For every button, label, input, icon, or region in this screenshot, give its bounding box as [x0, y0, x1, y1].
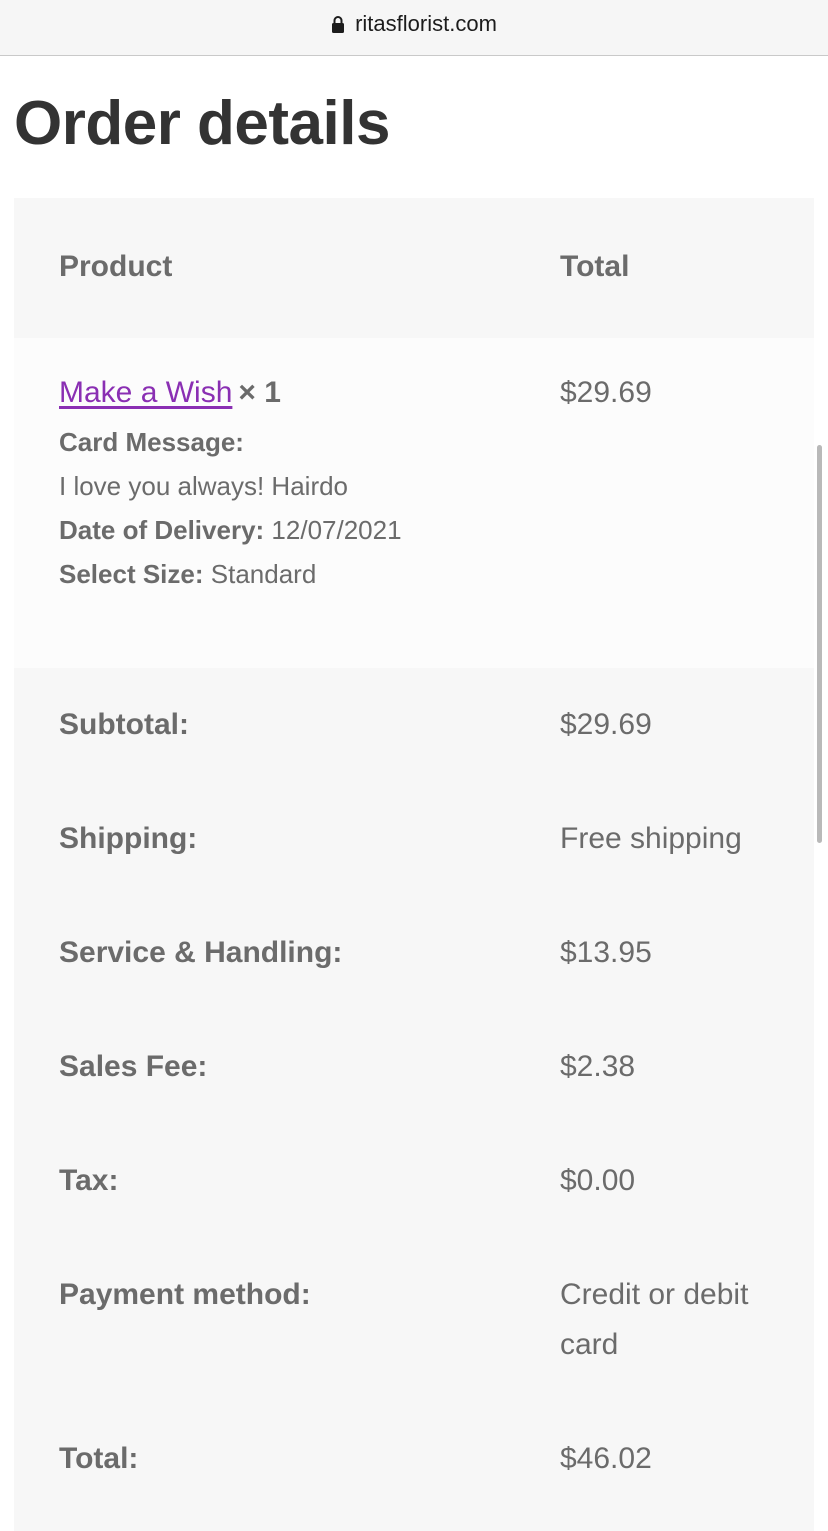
payment-method-label: Payment method:	[59, 1278, 311, 1311]
card-message-text: I love you always! Hairdo	[59, 471, 349, 501]
column-header-total: Total	[560, 250, 630, 283]
shipping-value: Free shipping	[560, 822, 742, 855]
service-handling-value: $13.95	[560, 936, 652, 969]
shipping-label: Shipping:	[59, 822, 198, 855]
url-text[interactable]: ritasflorist.com	[355, 11, 497, 37]
delivery-date: Date of Delivery: 12/07/2021	[59, 515, 402, 546]
product-line: Make a Wish × 1	[59, 376, 281, 410]
sales-fee-label: Sales Fee:	[59, 1050, 208, 1083]
page-scrollbar[interactable]	[817, 445, 822, 843]
product-link[interactable]: Make a Wish	[59, 376, 232, 409]
delivery-date-value: 12/07/2021	[271, 515, 402, 545]
delivery-date-label: Date of Delivery:	[59, 515, 265, 545]
tax-value: $0.00	[560, 1164, 636, 1197]
selected-size: Select Size: Standard	[59, 559, 316, 590]
card-message-label: Card Message:	[59, 427, 244, 457]
selected-size-value: Standard	[210, 559, 317, 589]
total-label: Total:	[59, 1442, 139, 1475]
subtotal-label: Subtotal:	[59, 708, 189, 741]
tax-label: Tax:	[59, 1164, 119, 1197]
table-row-product: Make a Wish × 1 Card Message: I love you …	[14, 338, 814, 668]
column-header-product: Product	[59, 250, 173, 283]
page-title: Order details	[14, 89, 390, 158]
service-handling-label: Service & Handling:	[59, 936, 343, 969]
selected-size-label: Select Size:	[59, 559, 204, 589]
product-price: $29.69	[560, 376, 652, 409]
browser-url-bar[interactable]: ritasflorist.com	[0, 0, 828, 56]
table-header: Product Total	[14, 198, 814, 338]
order-details-table: Product Total Make a Wish × 1 Card Messag…	[14, 198, 814, 1531]
product-quantity: × 1	[238, 376, 281, 409]
total-value: $46.02	[560, 1442, 652, 1475]
sales-fee-value: $2.38	[560, 1050, 636, 1083]
subtotal-value: $29.69	[560, 708, 652, 741]
lock-icon	[332, 15, 345, 33]
payment-method-value: Credit or debit card	[560, 1278, 749, 1361]
